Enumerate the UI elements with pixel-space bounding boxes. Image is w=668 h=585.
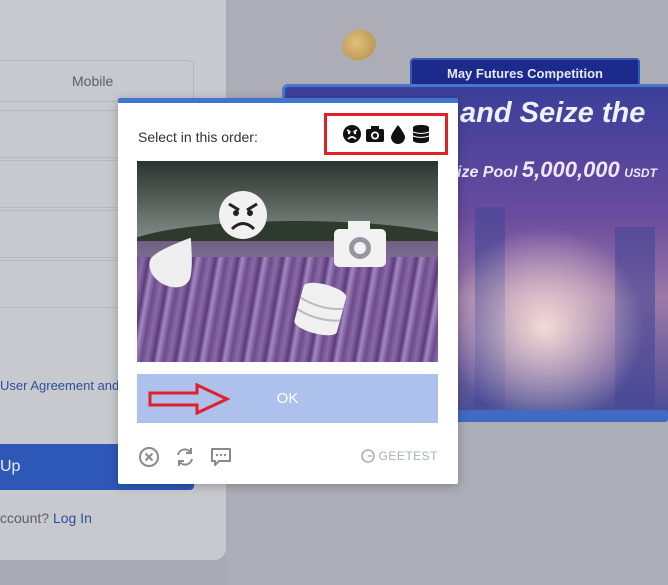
prize-amount: 5,000,000	[521, 157, 620, 182]
ok-button[interactable]: OK	[137, 374, 438, 423]
coin-stack-icon	[412, 124, 429, 144]
angry-face-icon	[342, 125, 361, 143]
banner-prize: ize Pool 5,000,000 USDT	[457, 157, 657, 183]
angry-face-icon[interactable]	[217, 189, 269, 241]
red-arrow-icon	[148, 382, 231, 416]
user-agreement-link[interactable]: User Agreement and	[0, 378, 119, 393]
captcha-prompt: Select in this order:	[138, 129, 258, 145]
geetest-icon	[361, 449, 376, 463]
icon-order-hint	[324, 113, 448, 155]
brand-label: GEETEST	[378, 449, 438, 463]
camera-icon	[365, 126, 384, 142]
captcha-image[interactable]	[137, 161, 438, 362]
geetest-logo: GEETEST	[361, 449, 438, 463]
prize-label: ize Pool	[457, 164, 518, 181]
captcha-toolbar	[138, 446, 232, 468]
account-question: ccount?	[0, 510, 50, 526]
banner-headline: and Seize the	[460, 97, 646, 129]
close-icon[interactable]	[138, 446, 160, 468]
captcha-dialog: Select in this order: OK GEETEST	[118, 98, 458, 484]
prize-unit: USDT	[624, 166, 657, 180]
drop-icon[interactable]	[147, 231, 203, 289]
banner-tab: May Futures Competition	[410, 58, 640, 86]
login-prompt: ccount? Log In	[0, 510, 92, 526]
drop-icon	[390, 125, 405, 144]
tab-mobile[interactable]: Mobile	[72, 73, 113, 89]
camera-icon[interactable]	[330, 217, 390, 271]
ok-label: OK	[276, 390, 299, 407]
coin-stack-icon[interactable]	[289, 279, 351, 341]
login-link[interactable]: Log In	[53, 510, 92, 526]
feedback-icon[interactable]	[210, 446, 232, 468]
refresh-icon[interactable]	[174, 446, 196, 468]
light-glow	[445, 227, 645, 413]
